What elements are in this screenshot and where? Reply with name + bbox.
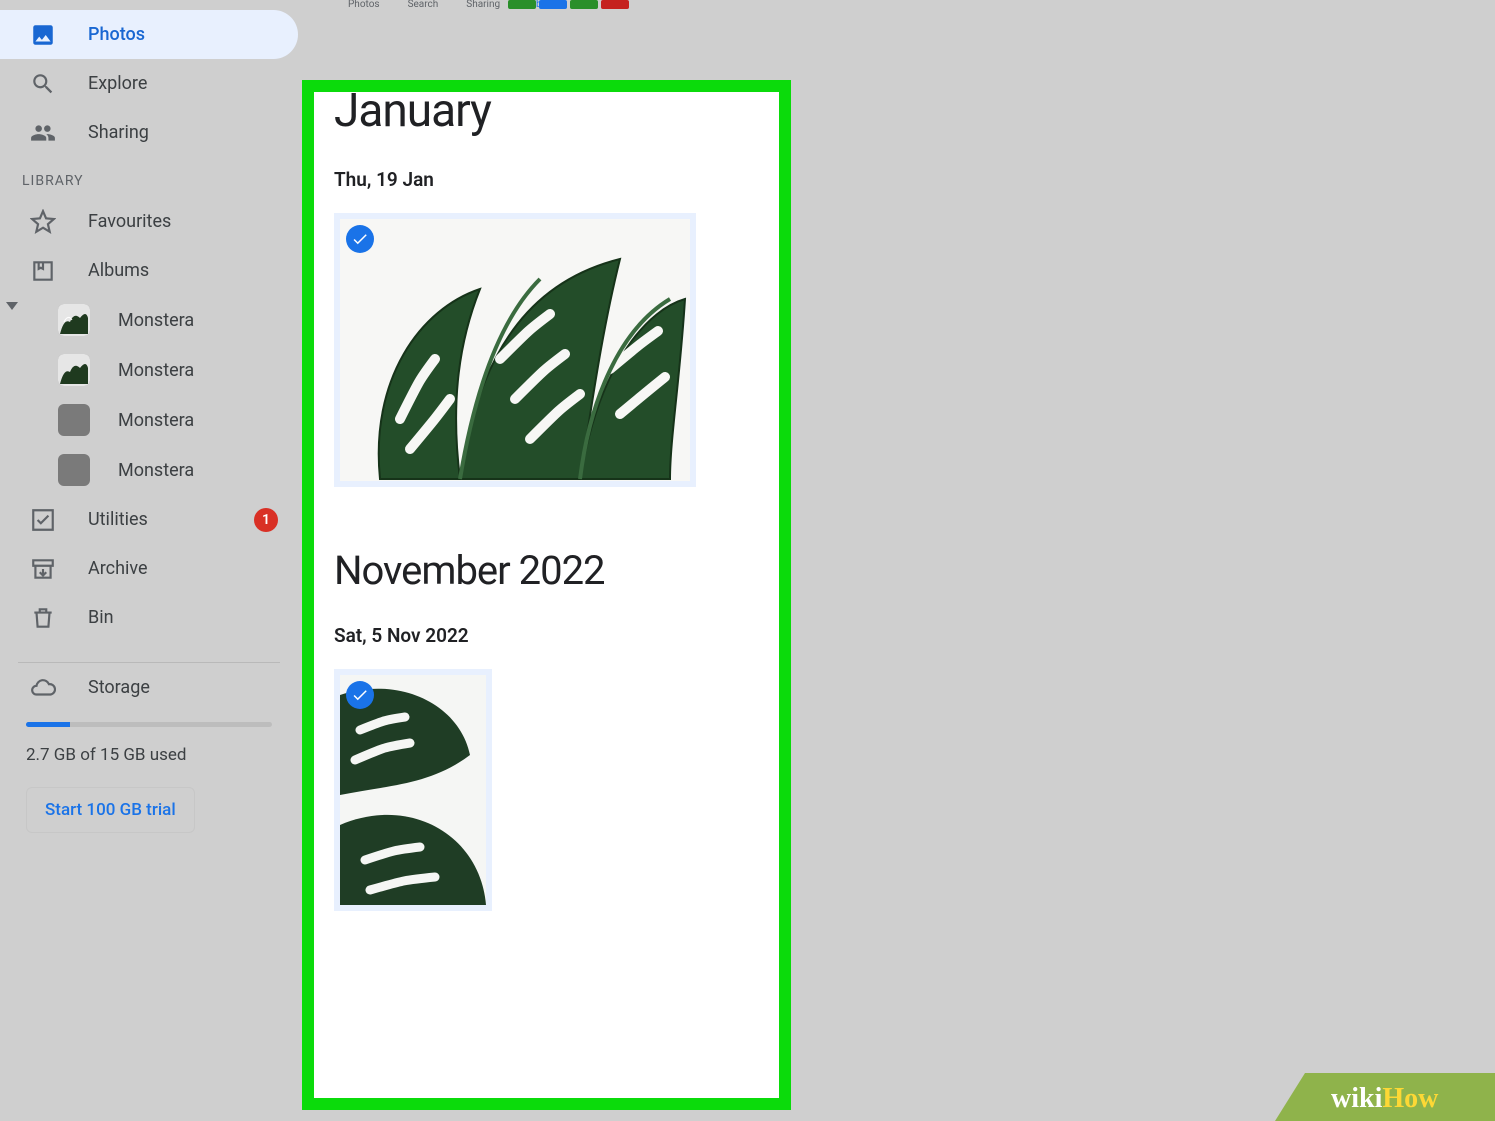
photo-tile[interactable] [334,213,696,487]
sidebar-item-albums[interactable]: Albums [0,246,298,295]
album-item[interactable]: Monstera [0,295,298,345]
notification-badge: 1 [254,508,278,532]
day-heading: Sat, 5 Nov 2022 [334,624,759,647]
sidebar-item-bin[interactable]: Bin [0,593,298,642]
sidebar-item-label: Sharing [88,122,298,143]
album-label: Monstera [118,460,194,481]
storage-bar [26,722,272,727]
cloud-icon [30,675,56,701]
sidebar-item-label: Bin [88,607,298,628]
day-heading: Thu, 19 Jan [334,168,759,191]
sidebar-item-label: Albums [88,260,298,281]
sidebar-item-label: Storage [88,677,298,698]
album-label: Monstera [118,410,194,431]
start-trial-button[interactable]: Start 100 GB trial [26,787,195,833]
sidebar-item-label: Photos [88,24,298,45]
trash-icon [30,605,56,631]
wikihow-watermark: wikiHow [1275,1073,1495,1121]
selected-check-icon[interactable] [346,225,374,253]
people-icon [30,120,56,146]
chevron-down-icon[interactable] [6,302,18,310]
sidebar-item-explore[interactable]: Explore [0,59,298,108]
checklist-icon [30,507,56,533]
storage-bar-fill [26,722,70,727]
photo-thumbnail [340,675,486,905]
sidebar-section-library: LIBRARY [0,157,298,197]
image-icon [30,22,56,48]
month-group: November 2022 Sat, 5 Nov 2022 [334,547,759,915]
tab-sharing: Sharing [466,0,500,10]
sidebar-item-archive[interactable]: Archive [0,544,298,593]
svg-text:wikiHow: wikiHow [1331,1083,1439,1114]
top-chip-row [508,0,629,9]
album-thumb-empty [58,404,90,436]
sidebar-item-label: Favourites [88,211,298,232]
album-item[interactable]: Monstera [0,445,298,495]
album-thumb [58,304,90,336]
photo-tile[interactable] [334,669,492,911]
month-group: January Thu, 19 Jan [334,84,759,491]
album-thumb-empty [58,454,90,486]
album-icon [30,258,56,284]
photo-thumbnail [340,219,690,481]
album-label: Monstera [118,310,194,331]
album-label: Monstera [118,360,194,381]
sidebar-item-photos[interactable]: Photos [0,10,298,59]
sidebar-item-label: Explore [88,73,298,94]
star-icon [30,209,56,235]
tab-photos: Photos [348,0,380,10]
sidebar-item-favourites[interactable]: Favourites [0,197,298,246]
sidebar: Photos Explore Sharing LIBRARY Favourite… [0,10,298,1010]
storage-usage-text: 2.7 GB of 15 GB used [26,745,298,765]
sidebar-item-storage[interactable]: Storage [0,663,298,712]
sidebar-item-sharing[interactable]: Sharing [0,108,298,157]
sidebar-item-utilities[interactable]: Utilities 1 [0,495,298,544]
sidebar-item-label: Archive [88,558,298,579]
album-thumb [58,354,90,386]
archive-icon [30,556,56,582]
photo-grid-highlight: January Thu, 19 Jan [302,80,791,1110]
search-icon [30,71,56,97]
tab-search: Search [408,0,439,10]
album-item[interactable]: Monstera [0,395,298,445]
month-heading: November 2022 [334,547,759,594]
album-item[interactable]: Monstera [0,345,298,395]
month-heading: January [334,84,759,138]
selected-check-icon[interactable] [346,681,374,709]
